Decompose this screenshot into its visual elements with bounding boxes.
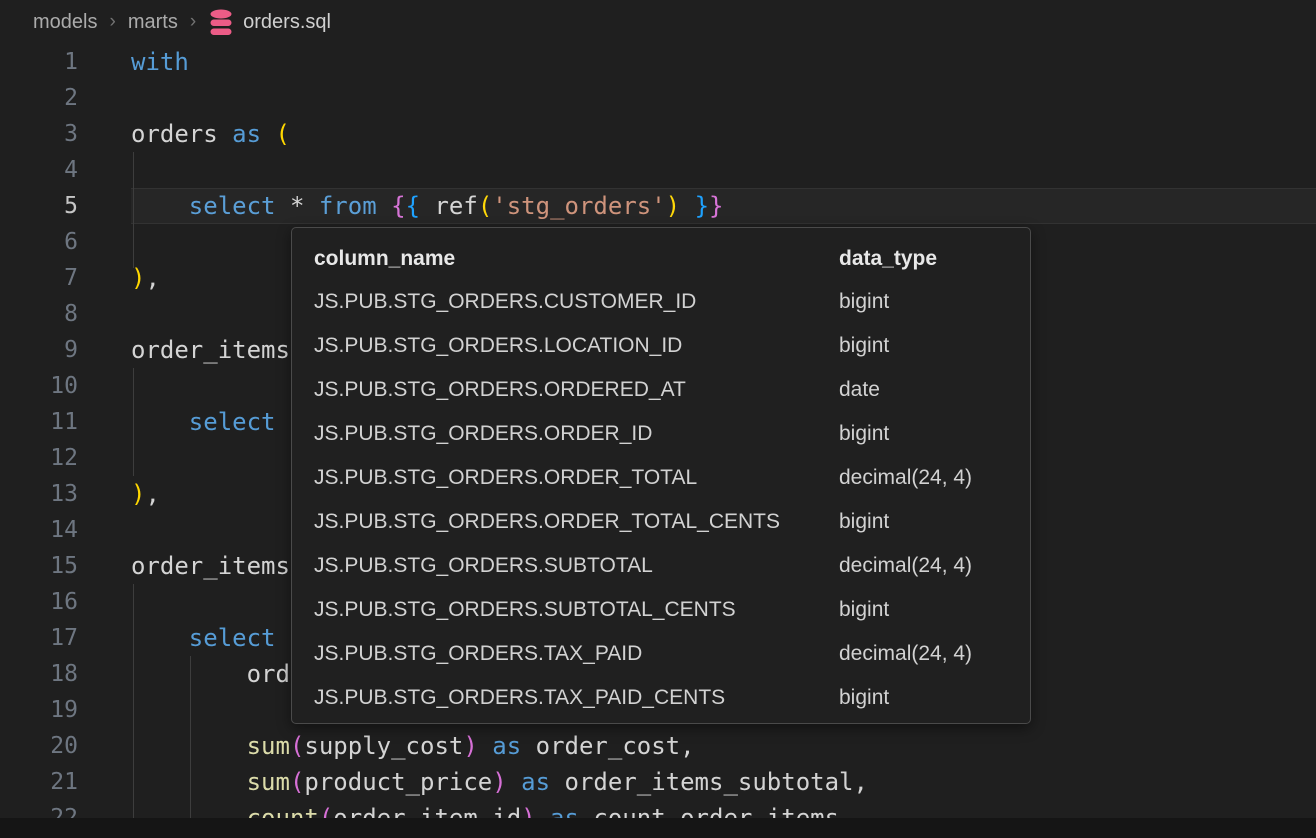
column-name-cell: JS.PUB.STG_ORDERS.ORDER_TOTAL (314, 466, 697, 489)
line-number: 13 (0, 476, 78, 512)
code-text: sum(product_price) as order_items_subtot… (78, 764, 868, 800)
hover-table-row: JS.PUB.STG_ORDERS.ORDER_TOTAL decimal(24,… (314, 456, 1030, 500)
breadcrumb: models › marts › orders.sql (0, 0, 1316, 44)
line-number: 10 (0, 368, 78, 404)
hover-table-rows: JS.PUB.STG_ORDERS.CUSTOMER_IDbigintJS.PU… (314, 280, 1030, 720)
line-number: 3 (0, 116, 78, 152)
code-text (78, 80, 131, 116)
data-type-cell: bigint (839, 676, 889, 720)
database-icon (208, 9, 234, 36)
code-text: ), (78, 476, 160, 512)
column-name-cell: JS.PUB.STG_ORDERS.CUSTOMER_ID (314, 290, 696, 313)
data-type-cell: bigint (839, 280, 889, 324)
line-number: 11 (0, 404, 78, 440)
line-number: 14 (0, 512, 78, 548)
code-text: ), (78, 260, 160, 296)
window-bottom-edge (0, 818, 1316, 838)
line-number: 4 (0, 152, 78, 188)
line-number: 12 (0, 440, 78, 476)
code-text (78, 224, 131, 260)
code-text: order_items (78, 332, 290, 368)
code-text (78, 584, 131, 620)
code-line[interactable]: 20 sum(supply_cost) as order_cost, (0, 728, 1316, 764)
line-number: 6 (0, 224, 78, 260)
line-number: 21 (0, 764, 78, 800)
code-text: with (78, 44, 189, 80)
breadcrumb-separator: › (109, 11, 115, 33)
breadcrumb-item-marts[interactable]: marts (128, 11, 178, 34)
breadcrumb-file-name[interactable]: orders.sql (243, 11, 331, 34)
code-text (78, 368, 131, 404)
hover-table-row: JS.PUB.STG_ORDERS.CUSTOMER_ID bigint (314, 280, 1030, 324)
code-text: select (78, 620, 276, 656)
hover-table-row: JS.PUB.STG_ORDERS.LOCATION_ID bigint (314, 324, 1030, 368)
code-line[interactable]: 4 (0, 152, 1316, 188)
column-name-cell: JS.PUB.STG_ORDERS.TAX_PAID (314, 642, 642, 665)
hover-table-row: JS.PUB.STG_ORDERS.TAX_PAID_CENTS bigint (314, 676, 1030, 720)
line-number: 8 (0, 296, 78, 332)
code-text (78, 692, 131, 728)
data-type-cell: bigint (839, 500, 889, 544)
data-type-cell: decimal(24, 4) (839, 456, 972, 500)
data-type-cell: date (839, 368, 880, 412)
data-type-cell: decimal(24, 4) (839, 544, 972, 588)
column-name-cell: JS.PUB.STG_ORDERS.ORDERED_AT (314, 378, 686, 401)
hover-table-row: JS.PUB.STG_ORDERS.ORDER_TOTAL_CENTS bigin… (314, 500, 1030, 544)
line-number: 7 (0, 260, 78, 296)
breadcrumb-item-models[interactable]: models (33, 11, 97, 34)
column-name-cell: JS.PUB.STG_ORDERS.LOCATION_ID (314, 334, 682, 357)
code-text (78, 152, 131, 188)
line-number: 19 (0, 692, 78, 728)
hover-popup: column_name data_type JS.PUB.STG_ORDERS.… (291, 227, 1031, 724)
data-type-cell: bigint (839, 588, 889, 632)
code-text (78, 296, 131, 332)
line-number: 9 (0, 332, 78, 368)
code-line[interactable]: 2 (0, 80, 1316, 116)
code-line[interactable]: 1with (0, 44, 1316, 80)
code-text (78, 512, 131, 548)
code-text (78, 440, 131, 476)
data-type-cell: bigint (839, 412, 889, 456)
hover-table-row: JS.PUB.STG_ORDERS.ORDERED_AT date (314, 368, 1030, 412)
line-number: 16 (0, 584, 78, 620)
hover-table-row: JS.PUB.STG_ORDERS.SUBTOTAL_CENTS bigint (314, 588, 1030, 632)
code-line[interactable]: 3orders as ( (0, 116, 1316, 152)
code-line[interactable]: 5 select * from {{ ref('stg_orders') }} (0, 188, 1316, 224)
data-type-cell: bigint (839, 324, 889, 368)
data-type-cell: decimal(24, 4) (839, 632, 972, 676)
column-name-cell: JS.PUB.STG_ORDERS.ORDER_TOTAL_CENTS (314, 510, 780, 533)
hover-table-row: JS.PUB.STG_ORDERS.TAX_PAID decimal(24, 4) (314, 632, 1030, 676)
line-number: 1 (0, 44, 78, 80)
code-text: select * from {{ ref('stg_orders') }} (78, 188, 723, 224)
column-name-cell: JS.PUB.STG_ORDERS.SUBTOTAL_CENTS (314, 598, 736, 621)
line-number: 2 (0, 80, 78, 116)
code-text: select (78, 404, 276, 440)
line-number: 15 (0, 548, 78, 584)
data-type-header: data_type (839, 238, 937, 280)
column-name-header: column_name (314, 247, 455, 270)
column-name-cell: JS.PUB.STG_ORDERS.SUBTOTAL (314, 554, 653, 577)
code-text: sum(supply_cost) as order_cost, (78, 728, 695, 764)
hover-table-header: column_name data_type (314, 238, 1030, 280)
line-number: 20 (0, 728, 78, 764)
code-text: ord (78, 656, 290, 692)
code-line[interactable]: 21 sum(product_price) as order_items_sub… (0, 764, 1316, 800)
line-number: 18 (0, 656, 78, 692)
code-text: order_items (78, 548, 290, 584)
hover-table-row: JS.PUB.STG_ORDERS.SUBTOTAL decimal(24, 4) (314, 544, 1030, 588)
hover-table-row: JS.PUB.STG_ORDERS.ORDER_ID bigint (314, 412, 1030, 456)
code-text: orders as ( (78, 116, 290, 152)
breadcrumb-separator: › (190, 11, 196, 33)
column-name-cell: JS.PUB.STG_ORDERS.TAX_PAID_CENTS (314, 686, 725, 709)
column-name-cell: JS.PUB.STG_ORDERS.ORDER_ID (314, 422, 652, 445)
line-number: 5 (0, 188, 78, 224)
line-number: 17 (0, 620, 78, 656)
